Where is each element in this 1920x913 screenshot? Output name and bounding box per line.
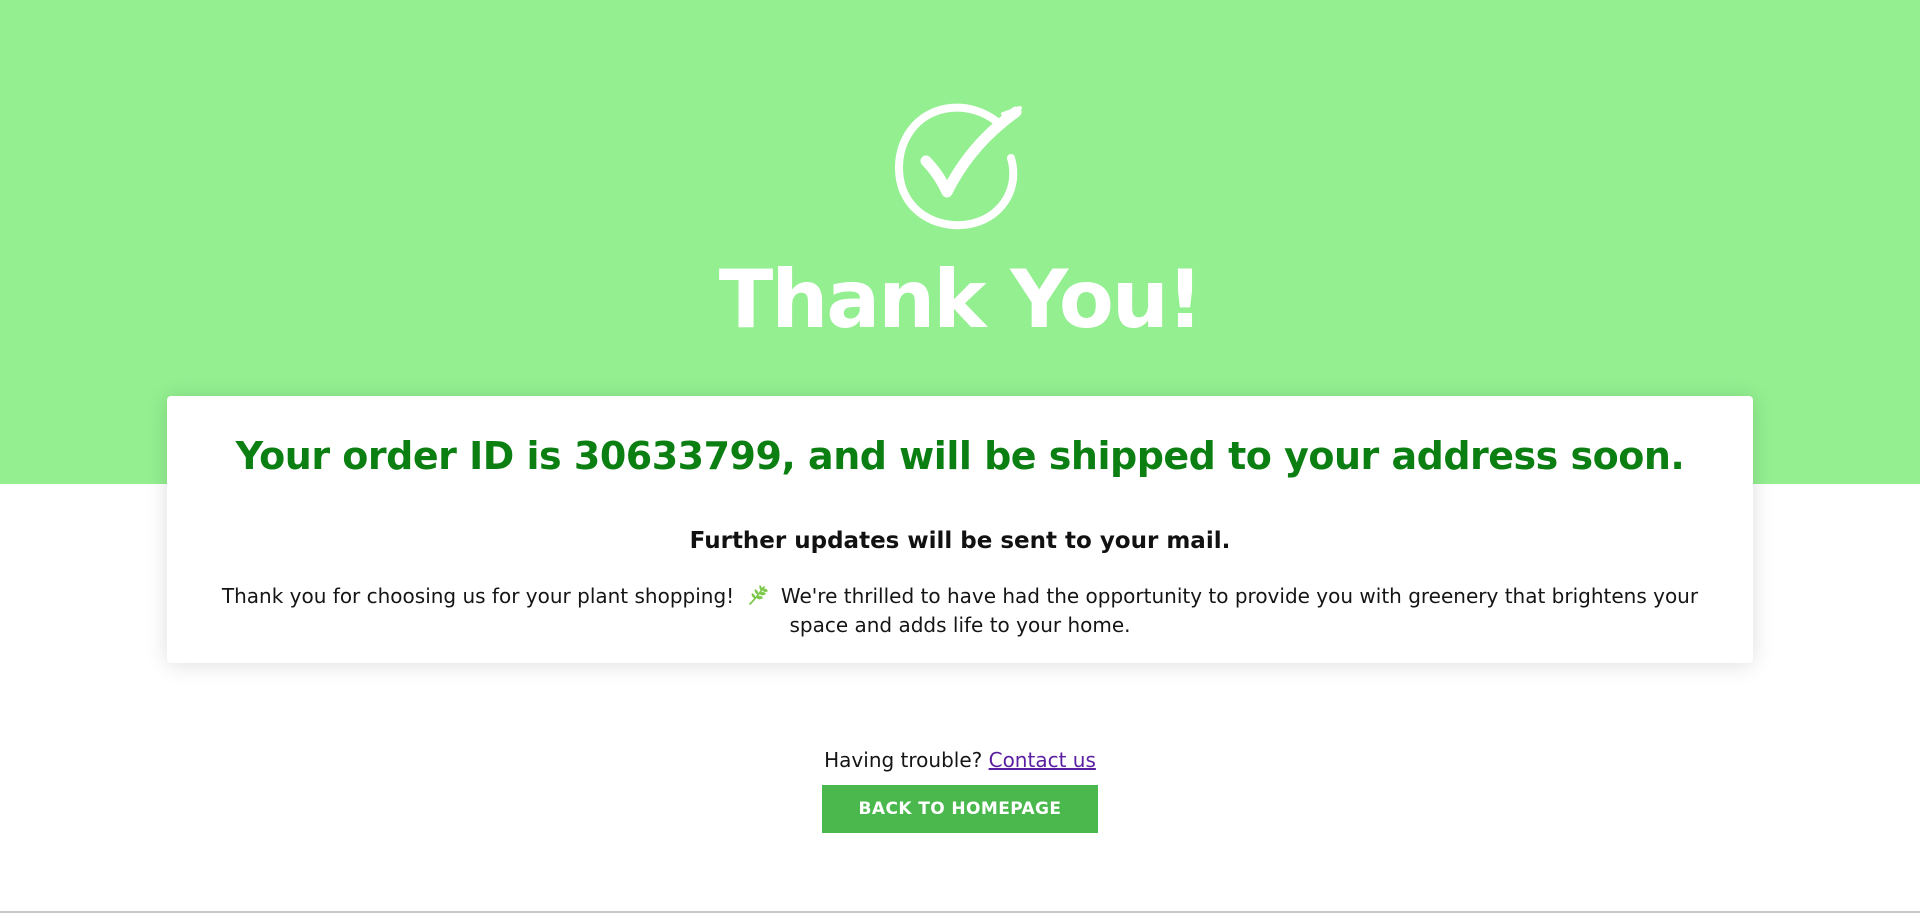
trouble-text: Having trouble? xyxy=(824,748,983,772)
thank-you-message: Thank you for choosing us for your plant… xyxy=(197,582,1723,640)
contact-us-link[interactable]: Contact us xyxy=(989,748,1096,772)
order-id-message: Your order ID is 30633799, and will be s… xyxy=(235,434,1685,478)
order-confirmation-page: Thank You! Your order ID is 30633799, an… xyxy=(0,0,1920,913)
mail-updates-message: Further updates will be sent to your mai… xyxy=(689,528,1231,554)
thank-you-message-start: Thank you for choosing us for your plant… xyxy=(221,584,735,608)
check-circle-icon xyxy=(895,103,1022,230)
leaf-icon xyxy=(748,585,768,605)
thank-you-message-end: We're thrilled to have had the opportuni… xyxy=(780,584,1699,637)
thank-you-heading: Thank You! xyxy=(718,253,1204,346)
support-prompt: Having trouble? Contact us xyxy=(0,745,1920,775)
order-details-card: Your order ID is 30633799, and will be s… xyxy=(167,396,1753,663)
back-to-homepage-button[interactable]: BACK TO HOMEPAGE xyxy=(822,785,1098,833)
